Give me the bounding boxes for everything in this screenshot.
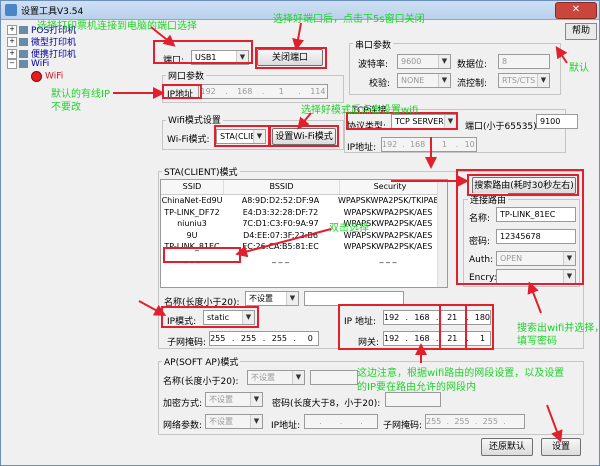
arrow-icon: [235, 228, 332, 258]
arrow-icon: [546, 404, 563, 443]
annotation-arrows: [113, 22, 568, 443]
settings-window: 设置工具V3.54 ✕ 帮助 + POS打印机 + 微型打印机 + 便携打印机 − Wi…: [0, 0, 600, 466]
arrow-icon: [138, 300, 167, 316]
arrow-icon: [555, 46, 568, 64]
arrow-icon: [150, 26, 176, 47]
arrow-icon: [297, 112, 312, 130]
arrow-icon: [292, 22, 304, 51]
arrow-icon: [527, 281, 542, 314]
